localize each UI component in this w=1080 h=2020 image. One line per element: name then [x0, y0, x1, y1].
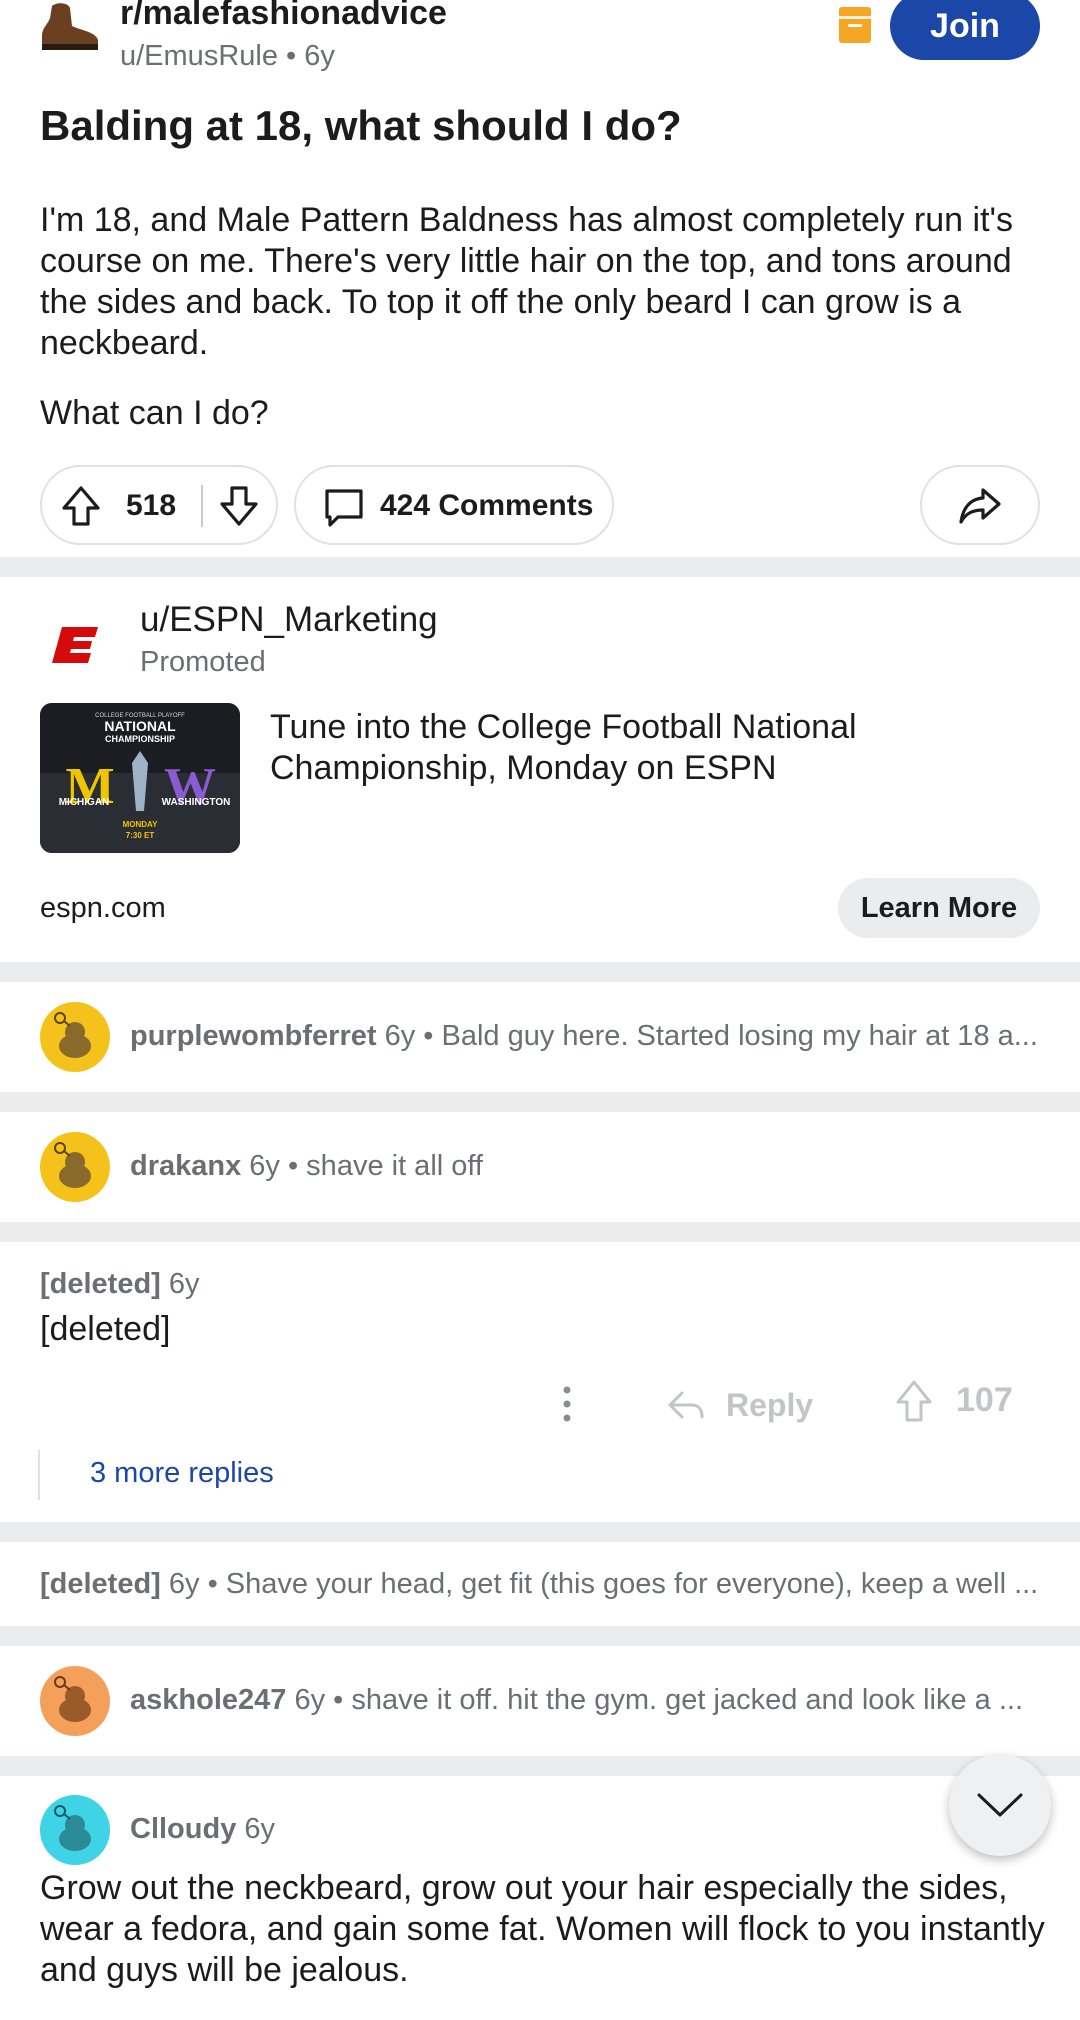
snoo-avatar-icon — [40, 1666, 110, 1736]
comment-header: Clloudy 6y — [130, 1813, 275, 1846]
comment-summary: drakanx 6y • shave it all off — [130, 1150, 1040, 1183]
comment-age: 6y — [160, 1268, 200, 1300]
post-action-bar: 518 424 Comments — [40, 465, 1040, 547]
ad-domain[interactable]: espn.com — [40, 892, 166, 925]
scroll-next-comment-button[interactable] — [949, 1754, 1051, 1856]
vote-control: 518 — [40, 465, 278, 545]
comment-bubble-icon — [325, 489, 363, 527]
upvote-arrow-icon[interactable] — [892, 1378, 936, 1424]
comment-author[interactable]: [deleted] — [40, 1268, 161, 1300]
chevron-down-icon — [977, 1793, 1023, 1817]
comment-meta: 6y • Shave your head, get fit (this goes… — [160, 1568, 1039, 1600]
comment-body: Grow out the neckbeard, grow out your ha… — [40, 1869, 1045, 1989]
comment-meta: 6y • Bald guy here. Started losing my ha… — [376, 1020, 1038, 1052]
section-divider — [0, 1522, 1080, 1542]
share-button[interactable] — [920, 465, 1040, 545]
comment-header: [deleted] 6y — [40, 1268, 200, 1301]
section-divider — [0, 1092, 1080, 1112]
downvote-arrow-icon[interactable] — [214, 481, 264, 531]
reply-label: Reply — [726, 1386, 814, 1423]
thumb-time: 7:30 ET — [126, 831, 155, 840]
ad-username[interactable]: u/ESPN_Marketing — [140, 600, 438, 640]
comment-upvote-count: 107 — [956, 1381, 1013, 1419]
section-divider — [0, 1222, 1080, 1242]
comment-body: [deleted] — [40, 1310, 171, 1348]
join-button[interactable]: Join — [890, 0, 1040, 60]
comments-button[interactable]: 424 Comments — [294, 465, 614, 545]
section-divider — [0, 557, 1080, 577]
reply-button[interactable]: Reply — [666, 1380, 813, 1430]
snoo-avatar-icon — [40, 1002, 110, 1072]
thumb-national-text: NATIONAL — [104, 718, 176, 734]
ad-thumbnail[interactable]: COLLEGE FOOTBALL PLAYOFF NATIONAL CHAMPI… — [40, 703, 240, 853]
comment-meta: 6y • shave it off. hit the gym. get jack… — [286, 1684, 1024, 1716]
section-divider — [0, 962, 1080, 982]
comment-author[interactable]: Clloudy — [130, 1813, 236, 1845]
comment-summary: askhole247 6y • shave it off. hit the gy… — [130, 1684, 1040, 1717]
comment-author[interactable]: askhole247 — [130, 1684, 286, 1716]
post-body-paragraph: I'm 18, and Male Pattern Baldness has al… — [40, 201, 1014, 362]
snoo-avatar-icon — [40, 1132, 110, 1202]
thumb-left-team: MICHIGAN — [59, 797, 110, 808]
thumb-right-team: WASHINGTON — [162, 797, 231, 808]
vote-divider — [201, 485, 203, 527]
collapsed-comment[interactable]: askhole247 6y • shave it off. hit the gy… — [0, 1646, 1080, 1756]
subreddit-name[interactable]: r/malefashionadvice — [120, 0, 447, 33]
post-body: I'm 18, and Male Pattern Baldness has al… — [40, 200, 1040, 463]
reply-arrow-icon — [668, 1391, 704, 1419]
comment-author[interactable]: drakanx — [130, 1150, 241, 1182]
thread-line[interactable] — [38, 1450, 40, 1500]
collapsed-comment[interactable]: purplewombferret 6y • Bald guy here. Sta… — [0, 982, 1080, 1092]
espn-avatar[interactable] — [40, 605, 120, 685]
post-author-meta[interactable]: u/EmusRule • 6y — [120, 40, 335, 73]
promoted-label: Promoted — [140, 646, 266, 678]
comments-count-label: 424 Comments — [380, 489, 594, 522]
comment-summary: [deleted] 6y • Shave your head, get fit … — [40, 1568, 1040, 1601]
more-vertical-icon[interactable] — [552, 1382, 582, 1426]
comment-summary: purplewombferret 6y • Bald guy here. Sta… — [130, 1020, 1040, 1053]
section-divider — [0, 1626, 1080, 1646]
ad-headline[interactable]: Tune into the College Football National … — [270, 707, 1030, 789]
post-title: Balding at 18, what should I do? — [40, 102, 682, 149]
comment-author[interactable]: [deleted] — [40, 1568, 161, 1600]
comment-age: 6y — [236, 1813, 276, 1845]
post-body-paragraph: What can I do? — [40, 394, 269, 432]
espn-logo-icon — [52, 627, 98, 663]
collapsed-comment[interactable]: drakanx 6y • shave it all off — [0, 1112, 1080, 1222]
snoo-avatar-icon[interactable] — [40, 1795, 110, 1865]
comment-author[interactable]: purplewombferret — [130, 1020, 377, 1052]
thumb-day: MONDAY — [123, 820, 158, 829]
section-divider — [0, 1756, 1080, 1776]
learn-more-button[interactable]: Learn More — [838, 878, 1040, 938]
more-replies-link[interactable]: 3 more replies — [90, 1457, 274, 1490]
upvote-arrow-icon[interactable] — [56, 481, 106, 531]
archive-icon — [839, 7, 871, 43]
post-score: 518 — [126, 489, 177, 522]
thumb-championship-text: CHAMPIONSHIP — [105, 734, 175, 744]
share-arrow-icon — [959, 488, 1001, 524]
comment-meta: 6y • shave it all off — [241, 1150, 483, 1182]
boot-icon[interactable] — [38, 0, 102, 54]
post-header: r/malefashionadvice u/EmusRule • 6y Join — [0, 0, 1080, 90]
